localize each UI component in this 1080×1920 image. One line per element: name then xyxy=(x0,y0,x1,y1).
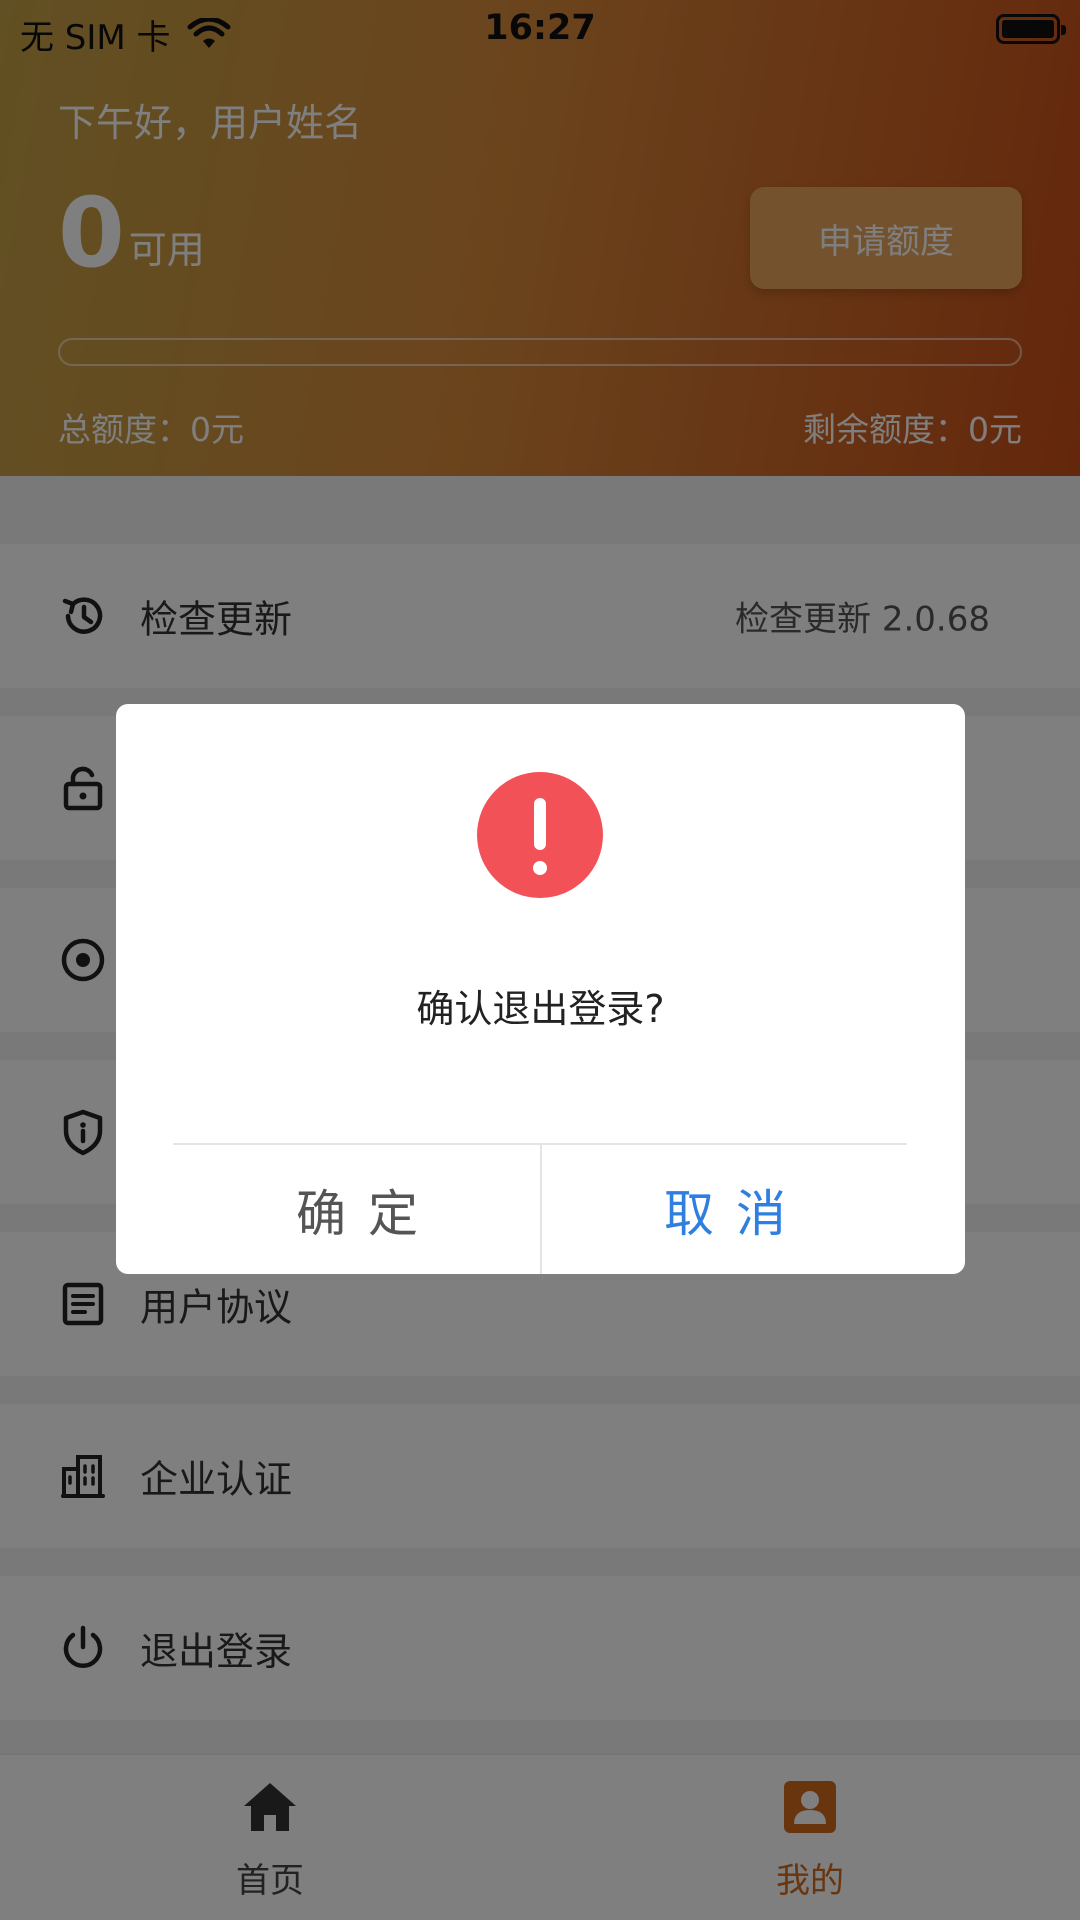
cancel-button[interactable]: 取消 xyxy=(542,1145,908,1274)
logout-confirm-dialog: 确认退出登录? 确定 取消 xyxy=(116,704,965,1274)
dialog-message: 确认退出登录? xyxy=(416,987,665,1031)
confirm-button[interactable]: 确定 xyxy=(174,1145,540,1274)
alert-icon xyxy=(477,772,603,898)
